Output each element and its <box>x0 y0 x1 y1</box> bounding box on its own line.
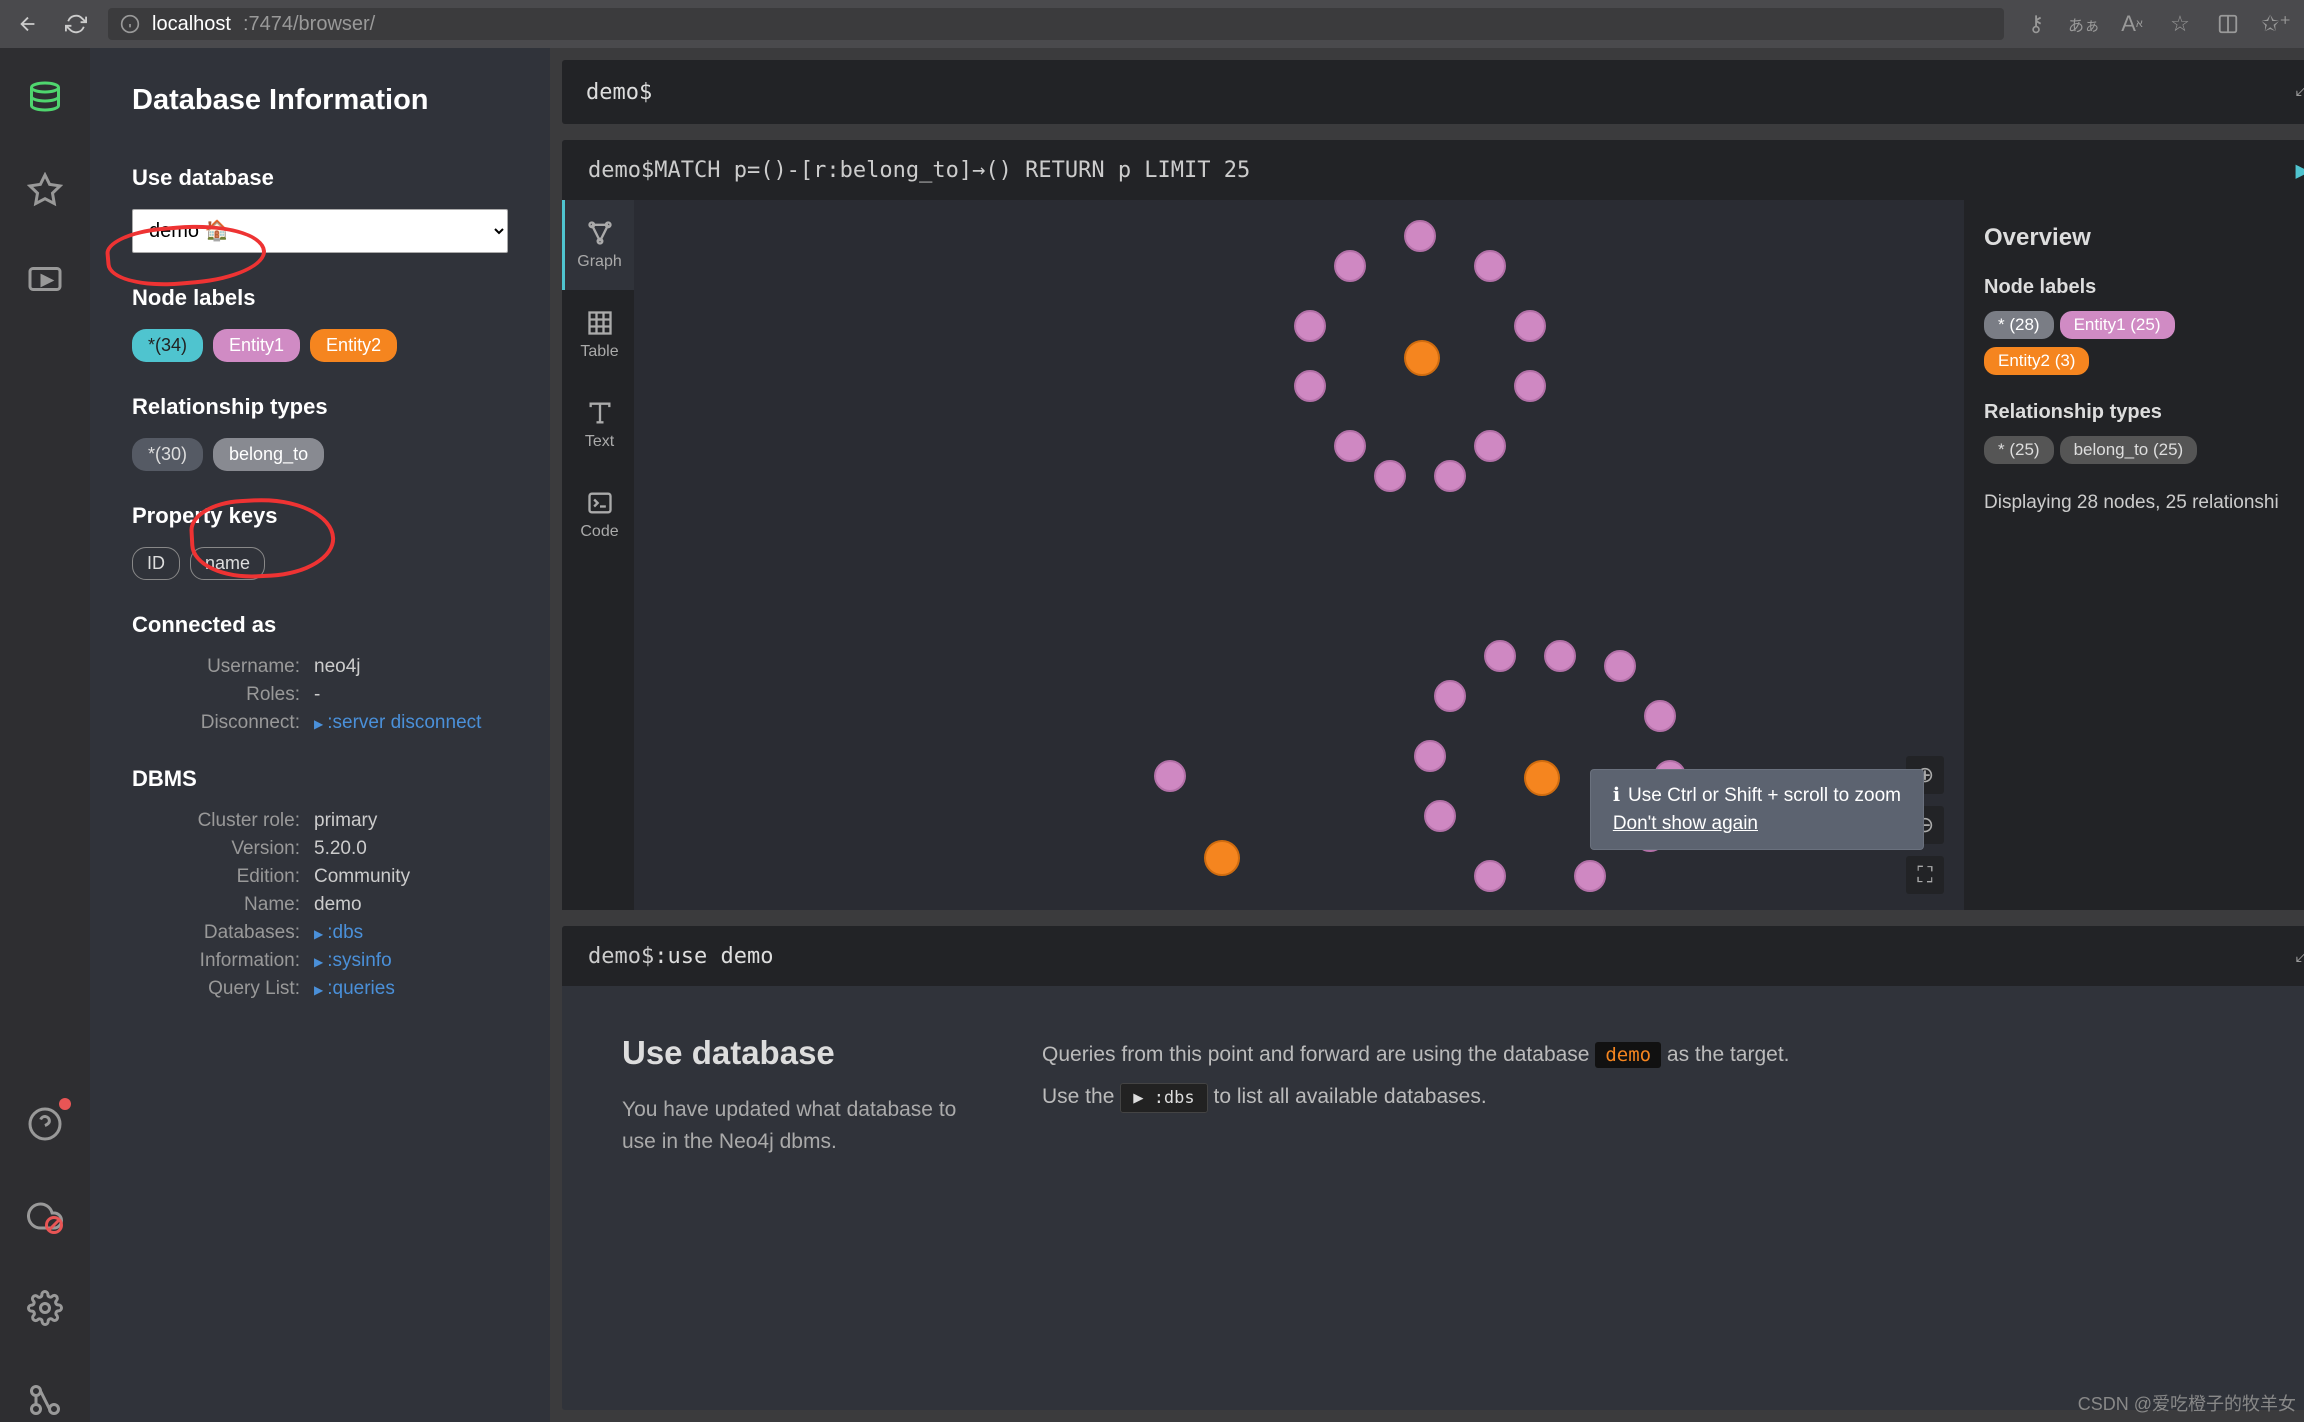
url-host: localhost <box>152 13 231 36</box>
fit-button[interactable]: ⛶ <box>1906 856 1944 894</box>
scroll-tooltip: ℹUse Ctrl or Shift + scroll to zoom Don'… <box>1590 769 1924 850</box>
pill-entity2[interactable]: Entity2 <box>310 329 397 362</box>
screen-rail-icon[interactable] <box>23 260 67 304</box>
key-icon[interactable]: ⚷ <box>2020 8 2052 40</box>
help-rail-icon[interactable] <box>23 1102 67 1146</box>
graph-node[interactable] <box>1334 250 1366 282</box>
info-icon <box>120 14 140 34</box>
pill-belongto[interactable]: belong_to <box>213 438 324 471</box>
graph-node[interactable] <box>1574 860 1606 892</box>
star-rail-icon[interactable] <box>23 168 67 212</box>
dismiss-link[interactable]: Don't show again <box>1613 813 1901 835</box>
graph-node[interactable] <box>1514 310 1546 342</box>
graph-node[interactable] <box>1474 860 1506 892</box>
graph-node[interactable] <box>1404 340 1440 376</box>
expand-icon[interactable]: ⤢ <box>2296 80 2304 101</box>
graph-node[interactable] <box>1434 460 1466 492</box>
watermark: CSDN @爱吃橙子的牧羊女 <box>2078 1390 2296 1416</box>
url-bar[interactable]: localhost :7474/browser/ <box>108 8 2004 40</box>
link-queries[interactable]: :queries <box>314 978 395 1000</box>
graph-node[interactable] <box>1294 310 1326 342</box>
star-icon[interactable]: ☆ <box>2164 8 2196 40</box>
translate-icon[interactable]: あぁ <box>2068 8 2100 40</box>
frame-query-text: demo$ MATCH p=()-[r:belong_to]→() RETURN… <box>562 140 2304 200</box>
pill-34[interactable]: *(34) <box>132 329 203 362</box>
back-button[interactable] <box>12 8 44 40</box>
pill-30[interactable]: *(30) <box>132 438 203 471</box>
play-icon[interactable]: ▶ <box>2296 156 2304 184</box>
url-path: :7474/browser/ <box>243 13 375 36</box>
sidebar: Database Information Use database demo 🏠… <box>90 48 550 1422</box>
result-frame-usedb: demo$ :use demo ⤢ Use database You have … <box>562 926 2304 1410</box>
ovpill[interactable]: * (28) <box>1984 311 2054 339</box>
settings-rail-icon[interactable] <box>23 1286 67 1330</box>
cloud-rail-icon[interactable] <box>23 1194 67 1238</box>
graph-node[interactable] <box>1604 650 1636 682</box>
graph-node[interactable] <box>1644 700 1676 732</box>
graph-node[interactable] <box>1434 680 1466 712</box>
database-select[interactable]: demo 🏠 <box>132 209 508 253</box>
text-size-icon[interactable]: Aא <box>2116 8 2148 40</box>
sidebar-title: Database Information <box>132 84 508 117</box>
add-favorite-icon[interactable]: ✩⁺ <box>2260 8 2292 40</box>
ovpill[interactable]: Entity2 (3) <box>1984 347 2089 375</box>
view-tabs: Graph Table Text Code <box>562 200 634 910</box>
link-sysinfo[interactable]: :sysinfo <box>314 950 392 972</box>
use-db-heading: Use database <box>132 165 508 191</box>
rel-types-heading: Relationship types <box>132 394 508 420</box>
prop-keys-heading: Property keys <box>132 503 508 529</box>
ovpill[interactable]: Entity1 (25) <box>2060 311 2175 339</box>
graph-node[interactable] <box>1414 740 1446 772</box>
graph-node[interactable] <box>1204 840 1240 876</box>
refresh-button[interactable] <box>60 8 92 40</box>
disconnect-link[interactable]: :server disconnect <box>314 712 481 734</box>
database-icon[interactable] <box>23 76 67 120</box>
expand-icon[interactable]: ⤢ <box>2296 946 2304 967</box>
ovpill[interactable]: belong_to (25) <box>2060 436 2198 464</box>
tab-text[interactable]: Text <box>562 380 634 470</box>
graph-node[interactable] <box>1474 430 1506 462</box>
graph-node[interactable] <box>1514 370 1546 402</box>
overview-panel: Overview Node labels * (28)Entity1 (25)E… <box>1964 200 2304 910</box>
graph-node[interactable] <box>1294 370 1326 402</box>
left-rail <box>0 48 90 1422</box>
node-labels-heading: Node labels <box>132 285 508 311</box>
about-rail-icon[interactable] <box>23 1378 67 1422</box>
result-frame-graph: demo$ MATCH p=()-[r:belong_to]→() RETURN… <box>562 140 2304 910</box>
tab-table[interactable]: Table <box>562 290 634 380</box>
tab-code[interactable]: Code <box>562 470 634 560</box>
graph-node[interactable] <box>1404 220 1436 252</box>
graph-node[interactable] <box>1484 640 1516 672</box>
link-dbs[interactable]: :dbs <box>314 922 363 944</box>
connected-as-heading: Connected as <box>132 612 508 638</box>
collection-icon[interactable] <box>2212 8 2244 40</box>
pill-id[interactable]: ID <box>132 547 180 580</box>
graph-node[interactable] <box>1544 640 1576 672</box>
graph-canvas[interactable]: ⊕ ⊖ ⛶ ℹUse Ctrl or Shift + scroll to zoo… <box>634 200 2304 910</box>
graph-node[interactable] <box>1424 800 1456 832</box>
ovpill[interactable]: * (25) <box>1984 436 2054 464</box>
graph-node[interactable] <box>1474 250 1506 282</box>
graph-node[interactable] <box>1524 760 1560 796</box>
query-editor[interactable]: demo$ <box>562 60 2304 124</box>
dbs-chip[interactable]: ▶ :dbs <box>1120 1083 1207 1113</box>
graph-node[interactable] <box>1374 460 1406 492</box>
graph-node[interactable] <box>1154 760 1186 792</box>
tab-graph[interactable]: Graph <box>562 200 634 290</box>
graph-node[interactable] <box>1334 430 1366 462</box>
pill-name[interactable]: name <box>190 547 265 580</box>
target-db-chip: demo <box>1595 1042 1661 1068</box>
main-area: demo$ demo$ MATCH p=()-[r:belong_to]→() … <box>550 48 2304 1422</box>
dbms-heading: DBMS <box>132 766 508 792</box>
pill-entity1[interactable]: Entity1 <box>213 329 300 362</box>
